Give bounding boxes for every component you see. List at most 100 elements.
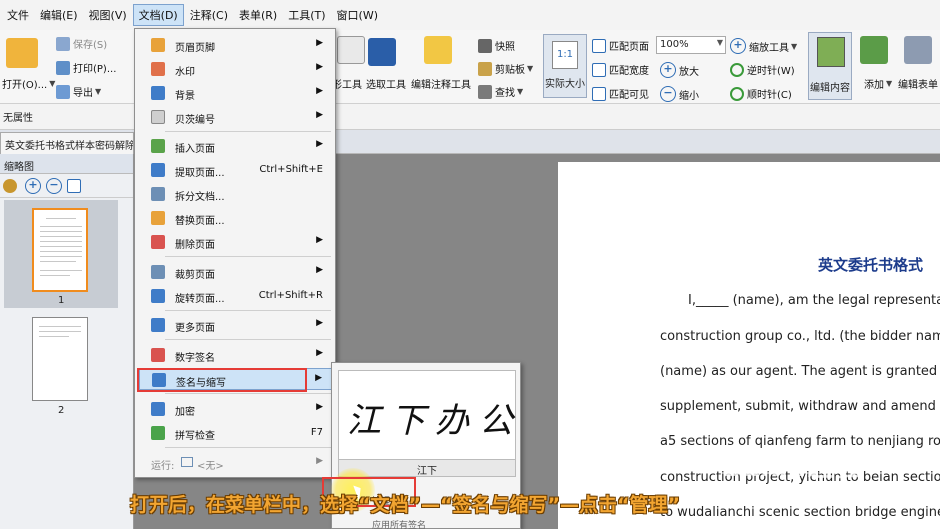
menu-item-more-pages[interactable]: 更多页面 ▶: [139, 314, 333, 336]
fit-page-icon: [592, 38, 606, 53]
select-text-icon: [368, 38, 396, 66]
edit-content-icon: [817, 37, 845, 67]
submenu-arrow-icon: ▶: [316, 38, 323, 48]
folder-icon: [6, 38, 38, 68]
fit-page-button[interactable]: 匹配页面: [592, 38, 649, 53]
properties-label: 无属性: [3, 113, 33, 124]
document-text-line: I,_____ (name), am the legal representa: [688, 293, 940, 308]
submenu-arrow-icon: ▶: [316, 235, 323, 245]
document-tab[interactable]: 英文委托书格式样本密码解除: [0, 132, 134, 154]
menu-item-delete-page[interactable]: 删除页面 ▶: [139, 231, 333, 253]
zoom-out-thumb-icon[interactable]: −: [46, 177, 62, 194]
menu-item-digital-signature[interactable]: 数字签名 ▶: [139, 344, 333, 366]
gear-icon[interactable]: [3, 178, 17, 193]
digital-signature-icon: [151, 348, 165, 362]
submenu-arrow-icon: ▶: [316, 456, 323, 466]
fit-width-button[interactable]: 匹配宽度: [592, 62, 649, 77]
zoom-tool-button[interactable]: + 缩放工具 ▼: [730, 38, 797, 54]
fit-width-icon: [592, 62, 606, 77]
snapshot-button[interactable]: 快照: [478, 38, 515, 53]
export-icon: [56, 84, 70, 99]
thumbnail-page-number: 1: [58, 295, 65, 306]
rotate-thumb-icon[interactable]: [67, 178, 81, 193]
thumbnail-toolbar: + −: [0, 174, 133, 198]
edit-content-button[interactable]: 编辑内容: [808, 32, 852, 100]
zoom-in-icon: +: [660, 62, 676, 78]
signature-pen-icon: [152, 373, 166, 387]
replace-page-icon: [151, 211, 165, 225]
save-button[interactable]: 保存(S): [56, 36, 107, 51]
edit-form-button[interactable]: 编辑表单: [898, 76, 938, 91]
menu-item-crop-page[interactable]: 裁剪页面 ▶: [139, 261, 333, 283]
find-button[interactable]: 查找 ▼: [478, 84, 523, 99]
submenu-arrow-icon: ▶: [315, 373, 322, 383]
lock-icon: [151, 402, 165, 416]
delete-page-icon: [151, 235, 165, 249]
menu-item-split-document[interactable]: 拆分文档...: [139, 183, 333, 205]
menu-comment[interactable]: 注释(C): [185, 5, 233, 25]
rotate-left-icon: [730, 62, 744, 77]
rotate-ccw-button[interactable]: 逆时针(W): [730, 62, 795, 77]
zoom-in-button[interactable]: + 放大: [660, 62, 699, 78]
select-tool-button[interactable]: 选取工具: [366, 76, 406, 91]
menu-form[interactable]: 表单(R): [234, 5, 282, 25]
menu-item-insert-page[interactable]: 插入页面 ▶: [139, 135, 333, 157]
apply-all-signatures-item[interactable]: 应用所有签名: [372, 518, 426, 529]
zoom-out-button[interactable]: − 缩小: [660, 86, 699, 102]
rotate-page-icon: [151, 289, 165, 303]
open-button[interactable]: 打开(O)... ▼: [2, 76, 55, 91]
actual-size-button[interactable]: 1:1 实际大小: [543, 34, 587, 98]
zoom-in-thumb-icon[interactable]: +: [25, 177, 41, 194]
submenu-arrow-icon: ▶: [316, 110, 323, 120]
menu-item-encrypt[interactable]: 加密 ▶: [139, 398, 333, 420]
fit-visible-button[interactable]: 匹配可见: [592, 86, 649, 101]
form-icon: [904, 36, 932, 64]
menu-item-spell-check[interactable]: 拼写检查 F7: [139, 422, 333, 444]
clipboard-icon: [478, 61, 492, 76]
signature-preview[interactable]: 江下办公: [338, 370, 516, 468]
thumbnail-panel-title: 缩略图: [0, 154, 133, 174]
save-icon: [56, 36, 70, 51]
add-button[interactable]: 添加 ▼: [864, 76, 892, 91]
thumbnail-panel: 缩略图 + − 1 2: [0, 154, 134, 529]
thumbnail-page-1[interactable]: [32, 208, 88, 292]
zoom-select[interactable]: 100% ▼: [656, 36, 726, 54]
submenu-arrow-icon: ▶: [316, 139, 323, 149]
document-text-line: supplement, submit, withdraw and amend: [660, 399, 936, 414]
menu-item-rotate-page[interactable]: 旋转页面... Ctrl+Shift+R: [139, 285, 333, 307]
spellcheck-icon: [151, 426, 165, 440]
menu-file[interactable]: 文件: [2, 5, 34, 25]
menu-edit[interactable]: 编辑(E): [35, 5, 83, 25]
submenu-arrow-icon: ▶: [316, 265, 323, 275]
extract-page-icon: [151, 163, 165, 177]
chevron-down-icon: ▼: [716, 38, 723, 47]
rotate-cw-button[interactable]: 顺时针(C): [730, 86, 792, 101]
export-button[interactable]: 导出 ▼: [56, 84, 101, 99]
zoom-out-icon: −: [660, 86, 676, 102]
menu-item-extract-page[interactable]: 提取页面... Ctrl+Shift+E: [139, 159, 333, 181]
more-pages-icon: [151, 318, 165, 332]
menu-tools[interactable]: 工具(T): [283, 5, 330, 25]
binoculars-icon: [478, 84, 492, 99]
document-text-line: (name) as our agent. The agent is grante…: [660, 364, 940, 379]
menu-bar: 文件 编辑(E) 视图(V) 文档(D) 注释(C) 表单(R) 工具(T) 窗…: [0, 0, 940, 30]
edit-annotation-button[interactable]: 编辑注释工具: [411, 76, 471, 91]
bates-icon: [151, 110, 165, 124]
menu-item-watermark[interactable]: 水印 ▶: [139, 58, 333, 80]
menu-document[interactable]: 文档(D): [132, 4, 184, 26]
magnifier-icon: +: [730, 38, 746, 54]
document-menu: 页眉页脚 ▶ 水印 ▶ 背景 ▶ 贝茨编号 ▶ 插入页面 ▶ 提取页面... Ctrl+Sh…: [134, 28, 336, 478]
hand-tool-button[interactable]: 手形工具: [336, 76, 362, 91]
menu-item-sign-initials[interactable]: 签名与缩写 ▶: [139, 368, 333, 390]
print-button[interactable]: 打印(P)...: [56, 60, 116, 75]
menu-item-header-footer[interactable]: 页眉页脚 ▶: [139, 34, 333, 56]
add-image-icon: [860, 36, 888, 64]
menu-item-bates[interactable]: 贝茨编号 ▶: [139, 106, 333, 128]
thumbnail-page-2[interactable]: [32, 317, 88, 401]
header-footer-icon: [151, 38, 165, 52]
menu-item-replace-page[interactable]: 替换页面...: [139, 207, 333, 229]
clipboard-button[interactable]: 剪贴板 ▼: [478, 61, 533, 76]
menu-window[interactable]: 窗口(W): [332, 5, 383, 25]
menu-item-background[interactable]: 背景 ▶: [139, 82, 333, 104]
menu-view[interactable]: 视图(V): [84, 5, 132, 25]
